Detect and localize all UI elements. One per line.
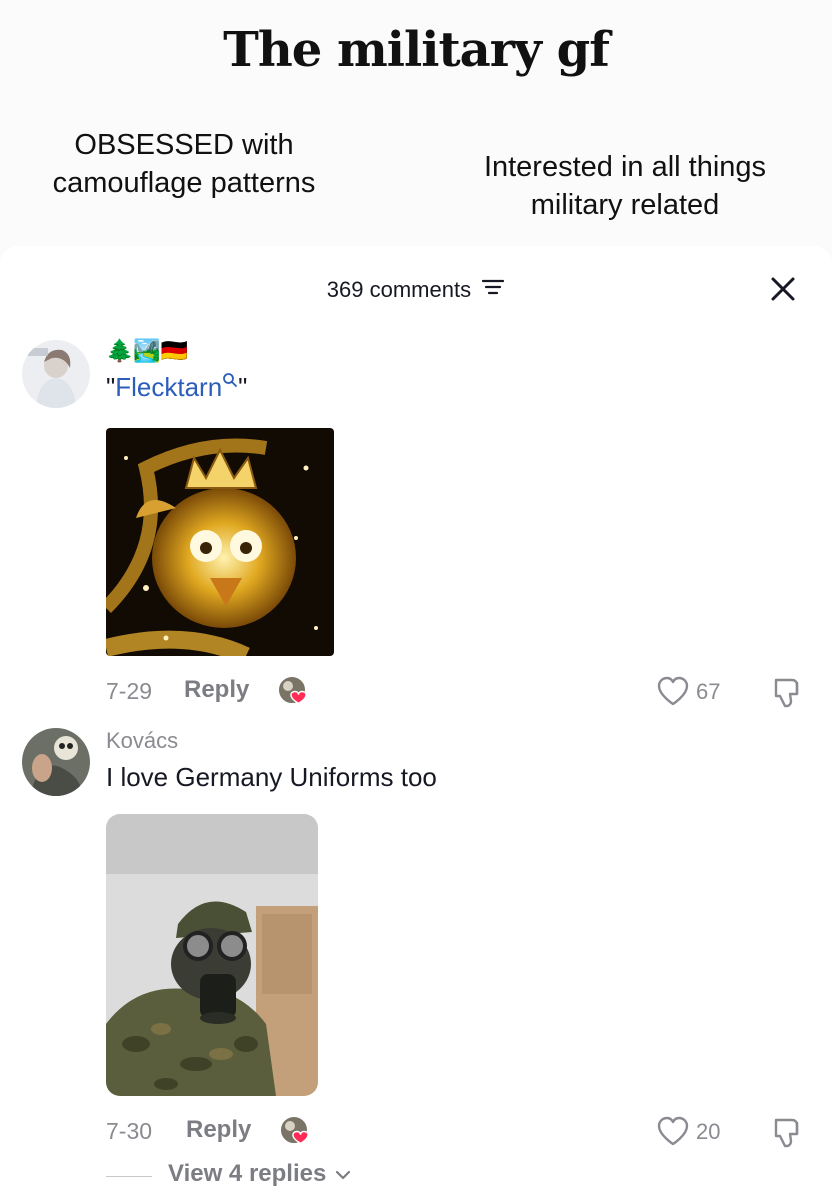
divider	[106, 1176, 152, 1177]
close-icon[interactable]	[766, 272, 800, 306]
comment-username[interactable]: Kovács	[106, 726, 812, 756]
video-title: The military gf	[223, 22, 610, 78]
dislike-button[interactable]	[768, 674, 804, 710]
creator-liked-badge	[278, 1114, 314, 1150]
comment-item: Kovács I love Germany Uniforms too 7-30 …	[0, 726, 832, 1148]
comment-meta: 7-29 Reply 67	[106, 674, 812, 710]
comment-date: 7-29	[106, 678, 153, 704]
view-replies-button[interactable]: View 4 replies	[106, 1160, 426, 1194]
creator-liked-badge	[276, 674, 312, 710]
reply-button[interactable]: Reply	[184, 676, 249, 704]
comment-image-photo[interactable]	[106, 814, 318, 1096]
comment-item: 🌲🏞️🇩🇪 "Flecktarn " 7-29 Reply 67	[0, 336, 832, 716]
comment-body: 🌲🏞️🇩🇪 "Flecktarn "	[106, 336, 812, 656]
comment-meta: 7-30 Reply 20	[106, 1114, 812, 1150]
like-count: 67	[696, 679, 721, 704]
heart-icon	[657, 1116, 689, 1146]
reply-button[interactable]: Reply	[186, 1116, 251, 1144]
video-caption-left: OBSESSED with camouflage patterns	[52, 129, 316, 199]
video-preview[interactable]: The military gf OBSESSED with camouflage…	[0, 0, 832, 262]
comment-text-prefix: "	[106, 372, 116, 402]
hashtag-link[interactable]: Flecktarn	[115, 372, 238, 402]
chevron-down-icon	[335, 1170, 351, 1180]
comment-date: 7-30	[106, 1118, 153, 1144]
view-replies-label: View 4 replies	[168, 1160, 327, 1187]
thumbs-down-icon	[774, 678, 799, 708]
comments-sheet: 369 comments 🌲🏞️🇩🇪 "Flecktarn " 7-29 Rep…	[0, 246, 832, 1199]
hashtag-label: Flecktarn	[115, 372, 223, 402]
comments-header: 369 comments	[0, 272, 832, 312]
sort-filter-icon[interactable]	[481, 276, 505, 304]
like-count: 20	[696, 1119, 721, 1144]
comment-text-suffix: "	[238, 372, 248, 402]
search-icon	[223, 373, 238, 387]
comment-text: I love Germany Uniforms too	[106, 762, 437, 792]
comment-count-label: 369 comments	[326, 277, 472, 303]
comment-text: "Flecktarn "	[106, 370, 812, 404]
comment-count[interactable]: 369 comments	[0, 276, 832, 304]
thumbs-down-icon	[774, 1118, 799, 1148]
heart-icon	[657, 676, 689, 706]
video-caption-right: Interested in all things military relate…	[483, 151, 767, 221]
avatar[interactable]	[22, 728, 90, 796]
dislike-button[interactable]	[768, 1114, 804, 1150]
comment-username[interactable]: 🌲🏞️🇩🇪	[106, 336, 812, 366]
comment-body: Kovács I love Germany Uniforms too	[106, 726, 812, 1096]
comment-image-sticker[interactable]	[106, 428, 334, 656]
avatar[interactable]	[22, 340, 90, 408]
